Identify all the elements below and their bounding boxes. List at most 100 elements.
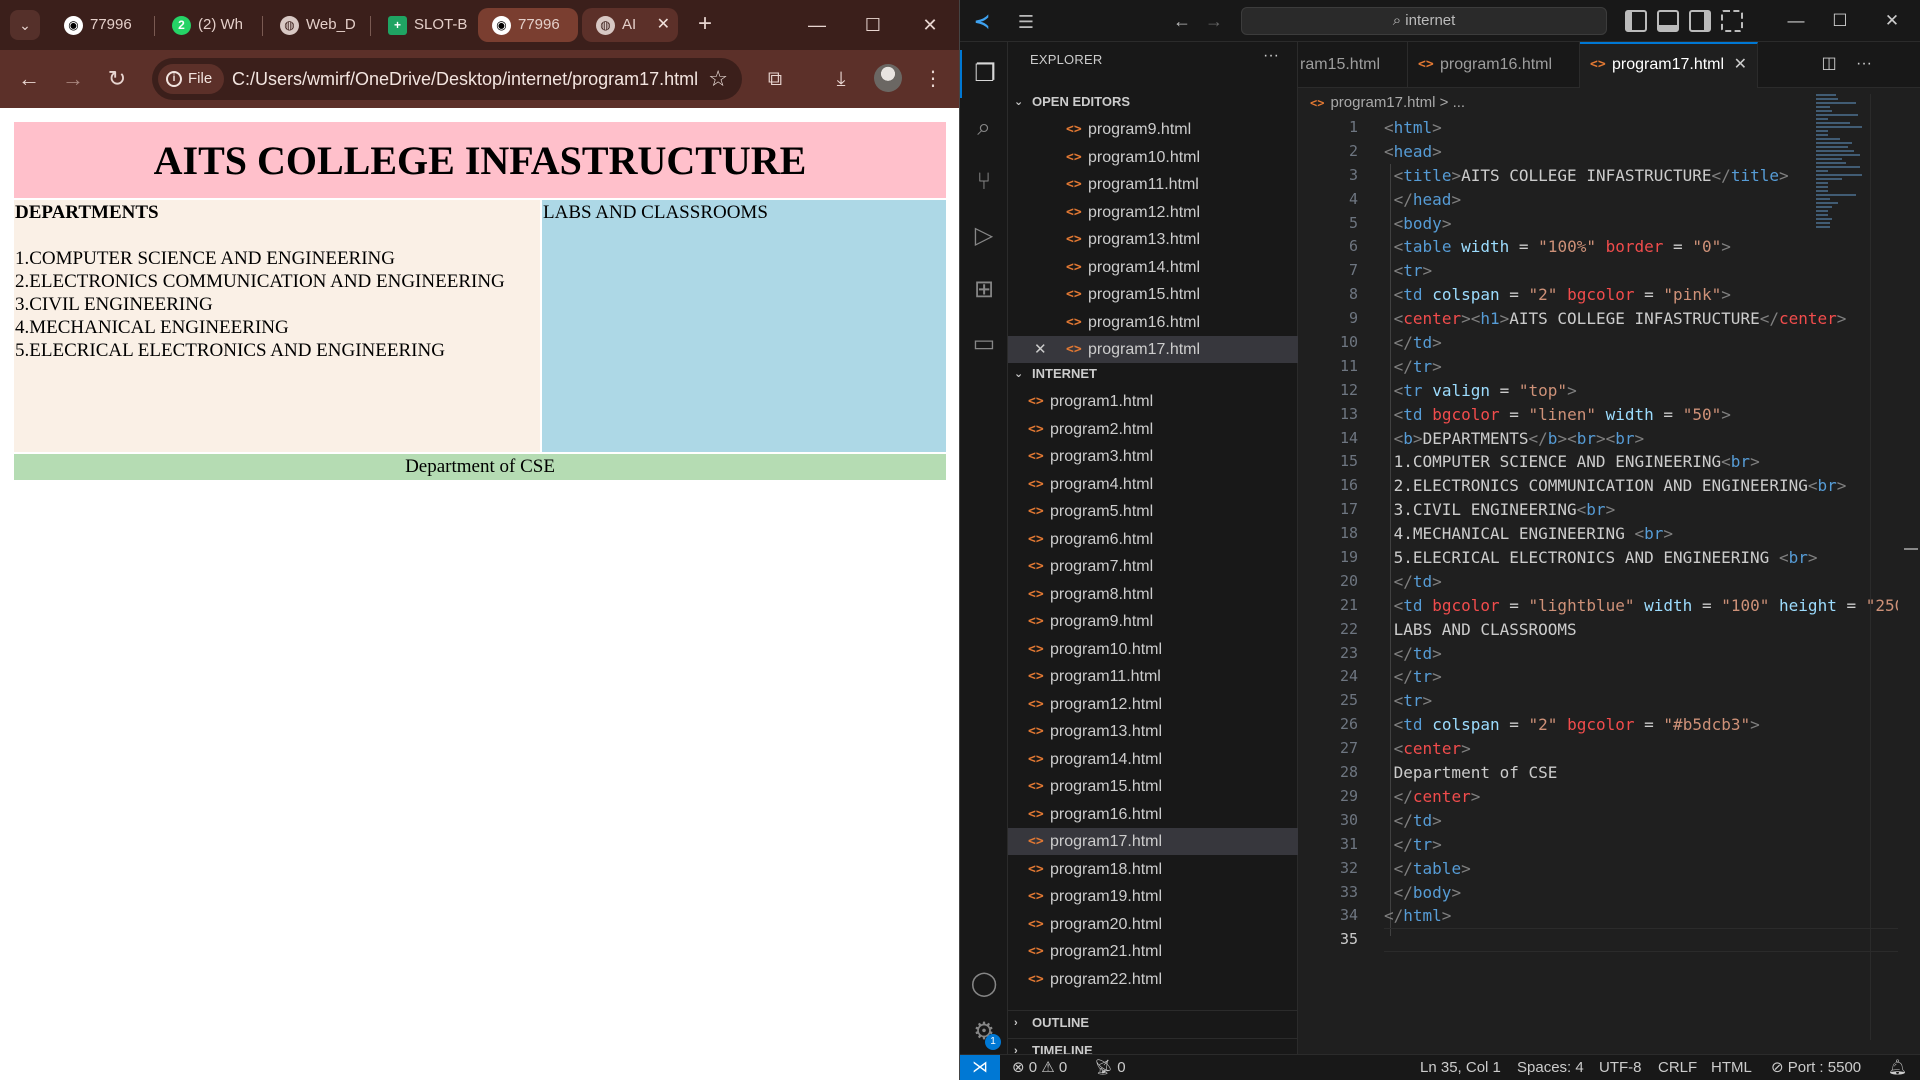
open-editor-item[interactable]: <> program10.html: [1008, 144, 1298, 171]
minimap[interactable]: [1816, 94, 1864, 228]
open-editor-item[interactable]: <> program14.html: [1008, 254, 1298, 281]
editor-tab[interactable]: ram15.html: [1298, 42, 1408, 88]
open-editor-item[interactable]: <> program15.html: [1008, 281, 1298, 308]
close-window-button[interactable]: ✕: [1870, 6, 1914, 36]
url-text[interactable]: C:/Users/wmirf/OneDrive/Desktop/internet…: [232, 58, 698, 100]
account-icon[interactable]: ◯: [960, 960, 1008, 1008]
html-file-icon: <>: [1028, 889, 1044, 904]
profile-avatar[interactable]: [874, 64, 902, 92]
file-item[interactable]: <> program18.html: [1008, 856, 1298, 883]
open-editor-item[interactable]: <> program9.html: [1008, 116, 1298, 143]
minimize-button[interactable]: —: [797, 10, 837, 40]
nav-forward-icon[interactable]: →: [1202, 9, 1226, 33]
address-bar[interactable]: i File C:/Users/wmirf/OneDrive/Desktop/i…: [152, 58, 742, 100]
open-editor-item[interactable]: <> program12.html: [1008, 199, 1298, 226]
ports-indicator[interactable]: 📡︎ 0: [1094, 1055, 1126, 1080]
search-icon[interactable]: ⌕: [960, 104, 1008, 152]
file-item[interactable]: <> program1.html: [1008, 388, 1298, 415]
close-tab-icon[interactable]: ✕: [1734, 44, 1747, 86]
file-item[interactable]: <> program14.html: [1008, 746, 1298, 773]
file-item[interactable]: <> program22.html: [1008, 966, 1298, 993]
extensions-icon[interactable]: ⧉: [760, 64, 790, 94]
file-item[interactable]: <> program2.html: [1008, 416, 1298, 443]
open-editors-section[interactable]: ⌄ OPEN EDITORS: [1008, 90, 1298, 114]
tab-current[interactable]: ◍ AI ✕: [582, 8, 678, 42]
tab-whatsapp[interactable]: 2 (2) Wh: [158, 8, 258, 42]
explorer-icon[interactable]: ❐: [960, 50, 1008, 98]
maximize-button[interactable]: ☐: [853, 10, 893, 40]
line-ending[interactable]: CRLF: [1658, 1055, 1697, 1080]
notifications-bell-icon[interactable]: 🔔︎: [1888, 1055, 1907, 1080]
tab-github-1[interactable]: ◉ 77996: [50, 8, 150, 42]
file-item[interactable]: <> program4.html: [1008, 471, 1298, 498]
file-item[interactable]: <> program15.html: [1008, 773, 1298, 800]
site-info-chip[interactable]: i File: [158, 64, 225, 94]
menu-icon[interactable]: ⋮: [918, 64, 948, 94]
file-item[interactable]: <> program21.html: [1008, 938, 1298, 965]
file-item[interactable]: <> program7.html: [1008, 553, 1298, 580]
file-item[interactable]: <> program16.html: [1008, 801, 1298, 828]
file-item[interactable]: <> program3.html: [1008, 443, 1298, 470]
toggle-sidebar-icon[interactable]: [1625, 10, 1647, 32]
file-item[interactable]: <> program20.html: [1008, 911, 1298, 938]
tab-search-button[interactable]: ⌄: [10, 10, 40, 40]
extensions-icon[interactable]: ⊞: [960, 266, 1008, 314]
toggle-secondary-sidebar-icon[interactable]: [1689, 10, 1711, 32]
remote-indicator-icon[interactable]: ⋊: [960, 1055, 1000, 1080]
editor-scrollbar[interactable]: [1870, 94, 1884, 1040]
outline-section[interactable]: › OUTLINE: [1008, 1010, 1298, 1034]
toggle-panel-icon[interactable]: [1657, 10, 1679, 32]
file-item[interactable]: <> program6.html: [1008, 526, 1298, 553]
editor-tab-active[interactable]: <> program17.html ✕: [1580, 42, 1758, 88]
new-tab-button[interactable]: +: [690, 10, 720, 40]
source-control-icon[interactable]: ⑂: [960, 158, 1008, 206]
open-editor-item[interactable]: <> program11.html: [1008, 171, 1298, 198]
open-editor-item[interactable]: <> program13.html: [1008, 226, 1298, 253]
minimize-button[interactable]: —: [1774, 6, 1818, 36]
file-item[interactable]: <> program17.html: [1008, 828, 1298, 855]
code-text[interactable]: <html> <head> <title>AITS COLLEGE INFAST…: [1384, 116, 1898, 953]
remote-explorer-icon[interactable]: ▭: [960, 320, 1008, 368]
editor-tab[interactable]: <> program16.html: [1408, 42, 1580, 88]
maximize-button[interactable]: ☐: [1818, 6, 1862, 36]
split-editor-icon[interactable]: ◫: [1819, 54, 1839, 74]
customize-layout-icon[interactable]: [1721, 10, 1743, 32]
file-item[interactable]: <> program12.html: [1008, 691, 1298, 718]
settings-gear-icon[interactable]: ⚙ 1: [960, 1008, 1008, 1056]
reload-button[interactable]: ↻: [102, 64, 132, 94]
problems-indicator[interactable]: ⊗ 0 ⚠ 0: [1012, 1055, 1067, 1080]
folder-section[interactable]: ⌄ INTERNET: [1008, 362, 1298, 386]
file-item[interactable]: <> program10.html: [1008, 636, 1298, 663]
tab-web-d[interactable]: ◍ Web_D: [266, 8, 366, 42]
more-actions-icon[interactable]: ···: [1854, 54, 1874, 74]
more-actions-icon[interactable]: ···: [1263, 47, 1279, 65]
back-button[interactable]: ←: [14, 64, 44, 94]
close-window-button[interactable]: ✕: [910, 10, 950, 40]
open-editor-item[interactable]: ✕ <> program17.html: [1008, 336, 1298, 363]
menu-icon[interactable]: ☰: [1014, 10, 1038, 34]
nav-back-icon[interactable]: ←: [1170, 9, 1194, 33]
file-item[interactable]: <> program11.html: [1008, 663, 1298, 690]
indentation[interactable]: Spaces: 4: [1517, 1055, 1584, 1080]
run-debug-icon[interactable]: ▷: [960, 212, 1008, 260]
close-tab-icon[interactable]: ✕: [657, 8, 670, 42]
file-item[interactable]: <> program19.html: [1008, 883, 1298, 910]
command-center-search[interactable]: ⌕ internet: [1241, 7, 1607, 35]
chevron-down-icon: ⌄: [1014, 368, 1024, 380]
tab-github-2[interactable]: ◉ 77996: [478, 8, 578, 42]
download-icon[interactable]: ⤓: [826, 64, 856, 94]
close-icon[interactable]: ✕: [1034, 336, 1047, 363]
open-editor-item[interactable]: <> program16.html: [1008, 309, 1298, 336]
forward-button[interactable]: →: [58, 64, 88, 94]
file-item[interactable]: <> program13.html: [1008, 718, 1298, 745]
language-mode[interactable]: HTML: [1711, 1055, 1752, 1080]
breadcrumb[interactable]: <> program17.html > ...: [1310, 92, 1465, 114]
tab-slot-b[interactable]: + SLOT-B: [374, 8, 474, 42]
file-item[interactable]: <> program8.html: [1008, 581, 1298, 608]
file-item[interactable]: <> program9.html: [1008, 608, 1298, 635]
bookmark-star-icon[interactable]: ☆: [708, 58, 728, 100]
file-item[interactable]: <> program5.html: [1008, 498, 1298, 525]
live-server-port[interactable]: ⊘ Port : 5500: [1771, 1055, 1861, 1080]
encoding[interactable]: UTF-8: [1599, 1055, 1642, 1080]
cursor-position[interactable]: Ln 35, Col 1: [1420, 1055, 1501, 1080]
